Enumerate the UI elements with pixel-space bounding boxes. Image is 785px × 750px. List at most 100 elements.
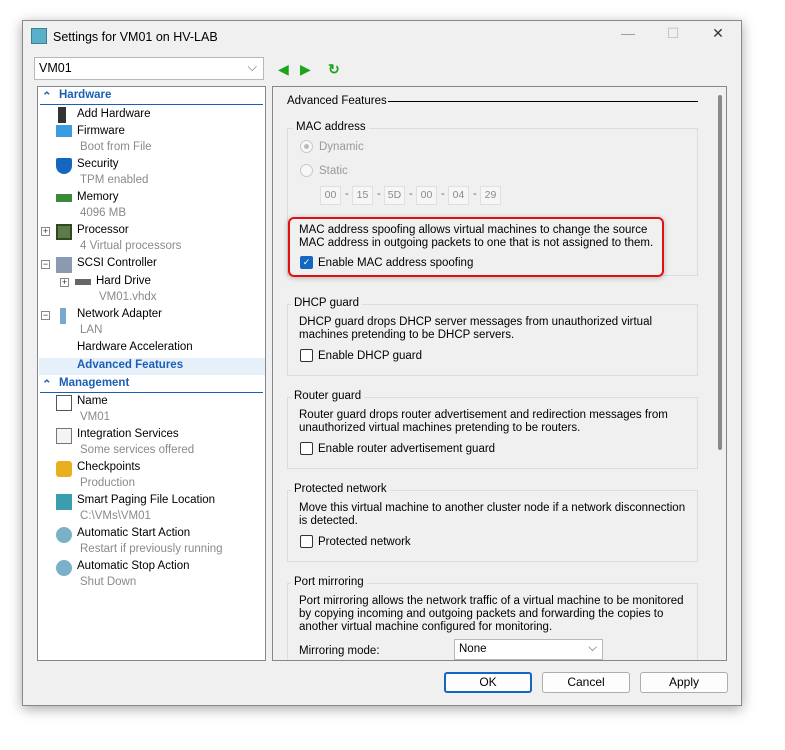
ok-button[interactable]: OK bbox=[444, 672, 532, 693]
checkpoints-icon bbox=[56, 461, 72, 477]
firmware-icon bbox=[56, 125, 72, 137]
mac-octet-1[interactable]: 00 bbox=[320, 186, 341, 205]
mirroring-mode-label: Mirroring mode: bbox=[299, 645, 380, 657]
tree-item-scsi-controller[interactable]: SCSI Controller bbox=[77, 257, 157, 269]
vm-selector-value: VM01 bbox=[39, 61, 72, 75]
hard-drive-icon bbox=[75, 279, 91, 285]
collapse-management-icon[interactable]: ⌃ bbox=[42, 377, 52, 391]
mac-octet-2[interactable]: 15 bbox=[352, 186, 373, 205]
settings-window: Settings for VM01 on HV-LAB — ☐ ✕ VM01 ⌵ … bbox=[22, 20, 742, 706]
mac-octet-6[interactable]: 29 bbox=[480, 186, 501, 205]
tree-item-firmware[interactable]: Firmware bbox=[77, 125, 125, 137]
processor-detail: 4 Virtual processors bbox=[80, 240, 182, 252]
tree-item-advanced-features[interactable]: Advanced Features bbox=[77, 359, 183, 371]
previous-button[interactable]: ◀ bbox=[278, 61, 289, 78]
tree-item-memory[interactable]: Memory bbox=[77, 191, 119, 203]
router-guard-description: Router guard drops router advertisement … bbox=[299, 409, 668, 434]
router-guard-label: Router guard bbox=[291, 390, 365, 402]
vm-selector[interactable]: VM01 ⌵ bbox=[34, 57, 264, 80]
checkpoints-detail: Production bbox=[80, 477, 135, 489]
dynamic-radio[interactable] bbox=[300, 140, 313, 153]
mac-octet-4[interactable]: 00 bbox=[416, 186, 437, 205]
port-mirroring-label: Port mirroring bbox=[291, 576, 367, 588]
tree-item-integration-services[interactable]: Integration Services bbox=[77, 428, 179, 440]
smart-paging-icon bbox=[56, 494, 72, 510]
name-detail: VM01 bbox=[80, 411, 111, 423]
protected-network-label: Protected network bbox=[291, 483, 390, 495]
mirroring-mode-select[interactable]: None ⌵ bbox=[454, 639, 603, 660]
memory-icon bbox=[56, 194, 72, 202]
mac-spoofing-label[interactable]: Enable MAC address spoofing bbox=[318, 257, 473, 270]
security-detail: TPM enabled bbox=[80, 174, 149, 186]
memory-detail: 4096 MB bbox=[80, 207, 127, 219]
port-mirroring-description: Port mirroring allows the network traffi… bbox=[299, 595, 684, 633]
tree-item-network-adapter[interactable]: Network Adapter bbox=[77, 308, 162, 320]
advanced-features-panel: Advanced Features MAC address Dynamic St… bbox=[272, 86, 727, 661]
protected-network-description: Move this virtual machine to another clu… bbox=[299, 502, 686, 527]
panel-scrollbar[interactable] bbox=[718, 95, 722, 450]
tree-item-automatic-start[interactable]: Automatic Start Action bbox=[77, 527, 190, 539]
automatic-start-detail: Restart if previously running bbox=[80, 543, 223, 555]
settings-app-icon bbox=[31, 28, 47, 44]
tree-item-automatic-stop[interactable]: Automatic Stop Action bbox=[77, 560, 190, 572]
automatic-stop-detail: Shut Down bbox=[80, 576, 137, 588]
close-button[interactable]: ✕ bbox=[703, 25, 733, 42]
management-header[interactable]: Management bbox=[59, 377, 129, 389]
scsi-controller-icon bbox=[56, 257, 72, 273]
smart-paging-detail: C:\VMs\VM01 bbox=[80, 510, 151, 522]
mirroring-mode-value: None bbox=[459, 643, 487, 655]
tree-item-smart-paging[interactable]: Smart Paging File Location bbox=[77, 494, 215, 506]
settings-tree: ⌃ Hardware Add Hardware Firmware Boot fr… bbox=[37, 86, 266, 661]
hardware-header[interactable]: Hardware bbox=[59, 89, 111, 101]
tree-item-security[interactable]: Security bbox=[77, 158, 119, 170]
tree-item-name[interactable]: Name bbox=[77, 395, 108, 407]
dhcp-guard-label: DHCP guard bbox=[291, 297, 362, 309]
collapse-hardware-icon[interactable]: ⌃ bbox=[42, 89, 52, 103]
spoofing-description: MAC address spoofing allows virtual mach… bbox=[299, 224, 654, 249]
shield-icon bbox=[56, 158, 72, 174]
collapse-network-icon[interactable]: − bbox=[41, 311, 50, 320]
mac-octet-3[interactable]: 5D bbox=[384, 186, 405, 205]
automatic-start-icon bbox=[56, 527, 72, 543]
maximize-button[interactable]: ☐ bbox=[658, 25, 688, 42]
tree-item-hardware-acceleration[interactable]: Hardware Acceleration bbox=[77, 341, 193, 353]
protected-network-checkbox[interactable] bbox=[300, 535, 313, 548]
automatic-stop-icon bbox=[56, 560, 72, 576]
cancel-button[interactable]: Cancel bbox=[542, 672, 630, 693]
integration-services-detail: Some services offered bbox=[80, 444, 195, 456]
window-title: Settings for VM01 on HV-LAB bbox=[53, 30, 218, 44]
dhcp-guard-checkbox[interactable] bbox=[300, 349, 313, 362]
dhcp-guard-description: DHCP guard drops DHCP server messages fr… bbox=[299, 316, 653, 341]
refresh-icon[interactable]: ↻ bbox=[328, 61, 340, 78]
router-guard-checkbox-label[interactable]: Enable router advertisement guard bbox=[318, 443, 495, 456]
protected-network-checkbox-label[interactable]: Protected network bbox=[318, 536, 411, 549]
dhcp-guard-checkbox-label[interactable]: Enable DHCP guard bbox=[318, 350, 422, 363]
add-hardware-icon bbox=[58, 107, 66, 123]
mac-octet-5[interactable]: 04 bbox=[448, 186, 469, 205]
mac-spoofing-checkbox[interactable]: ✓ bbox=[300, 256, 313, 269]
expand-processor-icon[interactable]: + bbox=[41, 227, 50, 236]
dynamic-label: Dynamic bbox=[319, 141, 364, 153]
minimize-button[interactable]: — bbox=[613, 25, 643, 41]
integration-services-icon bbox=[56, 428, 72, 444]
chevron-down-icon: ⌵ bbox=[247, 60, 257, 74]
mac-address-label: MAC address bbox=[293, 121, 369, 133]
hard-drive-detail: VM01.vhdx bbox=[99, 291, 157, 303]
tree-item-add-hardware[interactable]: Add Hardware bbox=[77, 108, 151, 120]
panel-title: Advanced Features bbox=[287, 95, 387, 107]
expand-hard-drive-icon[interactable]: + bbox=[60, 278, 69, 287]
tree-item-checkpoints[interactable]: Checkpoints bbox=[77, 461, 140, 473]
collapse-scsi-icon[interactable]: − bbox=[41, 260, 50, 269]
static-radio[interactable] bbox=[300, 164, 313, 177]
chevron-down-icon: ⌵ bbox=[588, 642, 597, 654]
next-button[interactable]: ▶ bbox=[300, 61, 311, 78]
apply-button[interactable]: Apply bbox=[640, 672, 728, 693]
processor-icon bbox=[56, 224, 72, 240]
firmware-detail: Boot from File bbox=[80, 141, 152, 153]
static-label: Static bbox=[319, 165, 348, 177]
router-guard-checkbox[interactable] bbox=[300, 442, 313, 455]
name-icon bbox=[56, 395, 72, 411]
tree-item-hard-drive[interactable]: Hard Drive bbox=[96, 275, 151, 287]
tree-item-processor[interactable]: Processor bbox=[77, 224, 129, 236]
network-adapter-detail: LAN bbox=[80, 324, 103, 336]
